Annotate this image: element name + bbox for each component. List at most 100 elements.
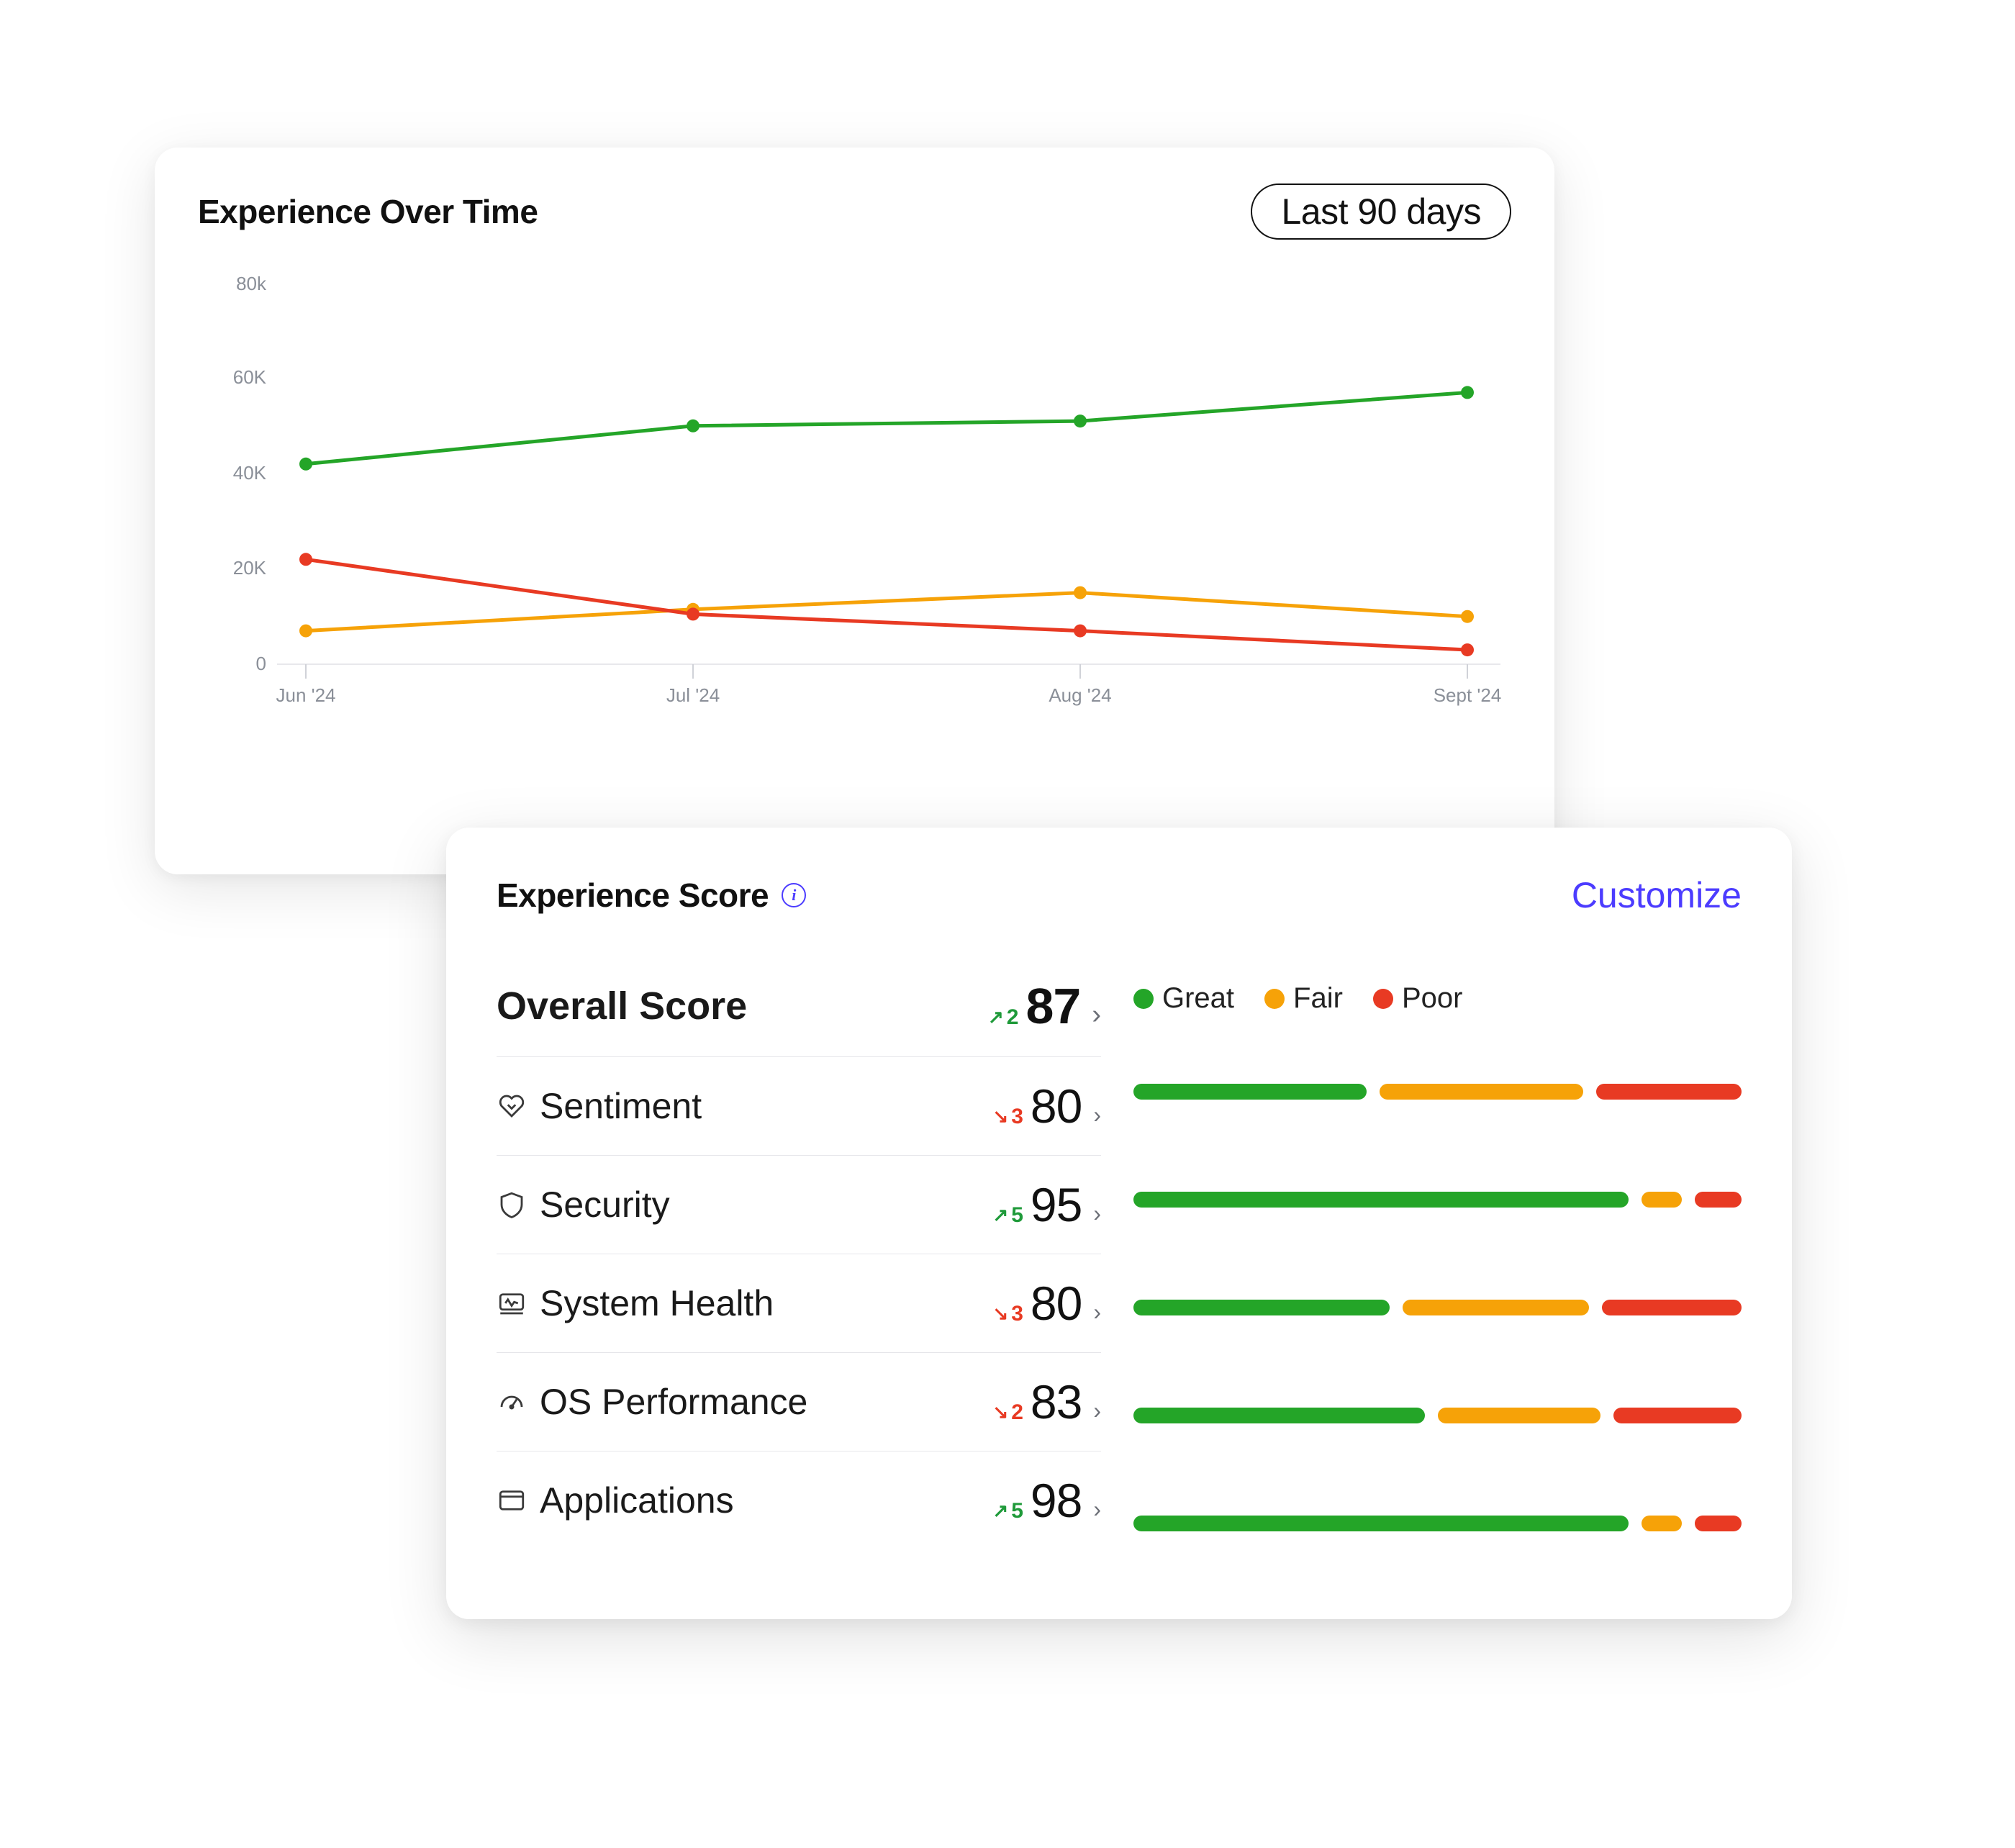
point-poor-3 — [1461, 643, 1474, 656]
bar-seg-poor — [1695, 1192, 1742, 1208]
bar-seg-great — [1133, 1084, 1367, 1100]
value-system-health: 80 — [1031, 1276, 1082, 1331]
metric-row-security[interactable]: Security ↗ 5 95 › — [497, 1156, 1101, 1254]
metric-label-sentiment: Sentiment — [497, 1085, 702, 1127]
score-right-column: Great Fair Poor — [1133, 956, 1742, 1577]
metric-row-applications[interactable]: Applications ↗ 5 98 › — [497, 1451, 1101, 1549]
chevron-right-icon: › — [1093, 1496, 1101, 1523]
chevron-right-icon: › — [1092, 1000, 1101, 1031]
bar-seg-poor — [1602, 1300, 1742, 1315]
dot-poor-icon — [1373, 989, 1393, 1009]
chevron-right-icon: › — [1093, 1102, 1101, 1128]
bar-track — [1133, 1084, 1742, 1100]
chevron-right-icon: › — [1093, 1398, 1101, 1424]
legend-fair-label: Fair — [1293, 982, 1343, 1015]
chevron-right-icon: › — [1093, 1200, 1101, 1227]
bar-seg-fair — [1380, 1084, 1583, 1100]
metric-label-system-health: System Health — [497, 1282, 774, 1324]
legend-poor: Poor — [1373, 982, 1463, 1015]
metrics-list: Overall Score ↗ 2 87 › Sentiment — [497, 956, 1101, 1577]
bar-seg-poor — [1613, 1408, 1742, 1423]
delta-system-health: ↘ 3 — [992, 1302, 1023, 1326]
bar-seg-fair — [1403, 1300, 1589, 1315]
applications-label: Applications — [540, 1480, 734, 1521]
score-title: Experience Score i — [497, 876, 806, 915]
delta-overall-value: 2 — [1007, 1005, 1019, 1030]
chart-header: Experience Over Time Last 90 days — [198, 184, 1511, 240]
y-tick-80k: 80k — [236, 276, 267, 294]
customize-button[interactable]: Customize — [1572, 874, 1742, 916]
bar-track — [1133, 1516, 1742, 1531]
x-tick-aug: Aug '24 — [1049, 684, 1111, 706]
value-os-performance: 83 — [1031, 1374, 1082, 1429]
point-fair-0 — [299, 625, 312, 638]
value-applications: 98 — [1031, 1473, 1082, 1528]
metric-row-system-health[interactable]: System Health ↘ 3 80 › — [497, 1254, 1101, 1353]
delta-security-value: 5 — [1011, 1203, 1023, 1228]
metric-row-os-performance[interactable]: OS Performance ↘ 2 83 › — [497, 1353, 1101, 1451]
delta-overall: ↗ 2 — [988, 1005, 1018, 1030]
value-security: 95 — [1031, 1177, 1082, 1232]
metric-value-security: ↗ 5 95 › — [992, 1177, 1101, 1232]
point-great-2 — [1074, 415, 1087, 427]
metric-value-os-performance: ↘ 2 83 › — [992, 1374, 1101, 1429]
heart-handshake-icon — [497, 1091, 527, 1121]
metric-row-overall[interactable]: Overall Score ↗ 2 87 › — [497, 956, 1101, 1057]
arrow-down-icon: ↘ — [992, 1105, 1008, 1128]
arrow-up-icon: ↗ — [988, 1006, 1004, 1028]
y-tick-20k: 20K — [233, 557, 267, 579]
bar-row-security — [1133, 1146, 1742, 1254]
info-icon[interactable]: i — [782, 883, 806, 907]
overall-label: Overall Score — [497, 984, 747, 1028]
bar-seg-fair — [1642, 1192, 1683, 1208]
x-tick-jul: Jul '24 — [666, 684, 720, 706]
x-tick-jun: Jun '24 — [276, 684, 335, 706]
bar-seg-great — [1133, 1408, 1425, 1423]
point-great-3 — [1461, 386, 1474, 399]
score-title-text: Experience Score — [497, 876, 769, 915]
bar-seg-poor — [1596, 1084, 1742, 1100]
chart-title: Experience Over Time — [198, 192, 538, 231]
security-label: Security — [540, 1184, 670, 1226]
bar-seg-poor — [1695, 1516, 1742, 1531]
metric-value-system-health: ↘ 3 80 › — [992, 1276, 1101, 1331]
metric-value-applications: ↗ 5 98 › — [992, 1473, 1101, 1528]
bar-track — [1133, 1408, 1742, 1423]
point-fair-2 — [1074, 586, 1087, 599]
y-tick-60k: 60K — [233, 366, 267, 388]
arrow-up-icon: ↗ — [992, 1500, 1008, 1522]
legend-great: Great — [1133, 982, 1234, 1015]
legend-fair: Fair — [1264, 982, 1343, 1015]
legend-great-label: Great — [1162, 982, 1234, 1015]
bar-seg-great — [1133, 1516, 1629, 1531]
bar-track — [1133, 1192, 1742, 1208]
metric-label-os-performance: OS Performance — [497, 1381, 807, 1423]
series-fair — [306, 593, 1467, 631]
point-poor-2 — [1074, 625, 1087, 638]
point-poor-0 — [299, 553, 312, 566]
metric-row-sentiment[interactable]: Sentiment ↘ 3 80 › — [497, 1057, 1101, 1156]
bar-row-sentiment — [1133, 1038, 1742, 1146]
bar-row-applications — [1133, 1469, 1742, 1577]
point-great-0 — [299, 458, 312, 471]
delta-applications: ↗ 5 — [992, 1499, 1023, 1523]
experience-score-card: Experience Score i Customize Overall Sco… — [446, 828, 1792, 1619]
time-range-select[interactable]: Last 90 days — [1251, 184, 1511, 240]
legend-poor-label: Poor — [1402, 982, 1463, 1015]
delta-system-health-value: 3 — [1011, 1302, 1023, 1326]
os-performance-label: OS Performance — [540, 1381, 807, 1423]
monitor-icon — [497, 1288, 527, 1318]
dot-fair-icon — [1264, 989, 1285, 1009]
point-poor-1 — [687, 607, 699, 620]
bar-row-os-performance — [1133, 1362, 1742, 1469]
delta-os-performance: ↘ 2 — [992, 1400, 1023, 1425]
bar-track — [1133, 1300, 1742, 1315]
chevron-right-icon: › — [1093, 1299, 1101, 1326]
point-great-1 — [687, 420, 699, 432]
gauge-icon — [497, 1387, 527, 1417]
metric-label-applications: Applications — [497, 1480, 734, 1521]
x-tick-sep: Sept '24 — [1434, 684, 1502, 706]
dot-great-icon — [1133, 989, 1154, 1009]
bar-seg-great — [1133, 1300, 1390, 1315]
experience-over-time-card: Experience Over Time Last 90 days 0 20K … — [155, 148, 1554, 874]
